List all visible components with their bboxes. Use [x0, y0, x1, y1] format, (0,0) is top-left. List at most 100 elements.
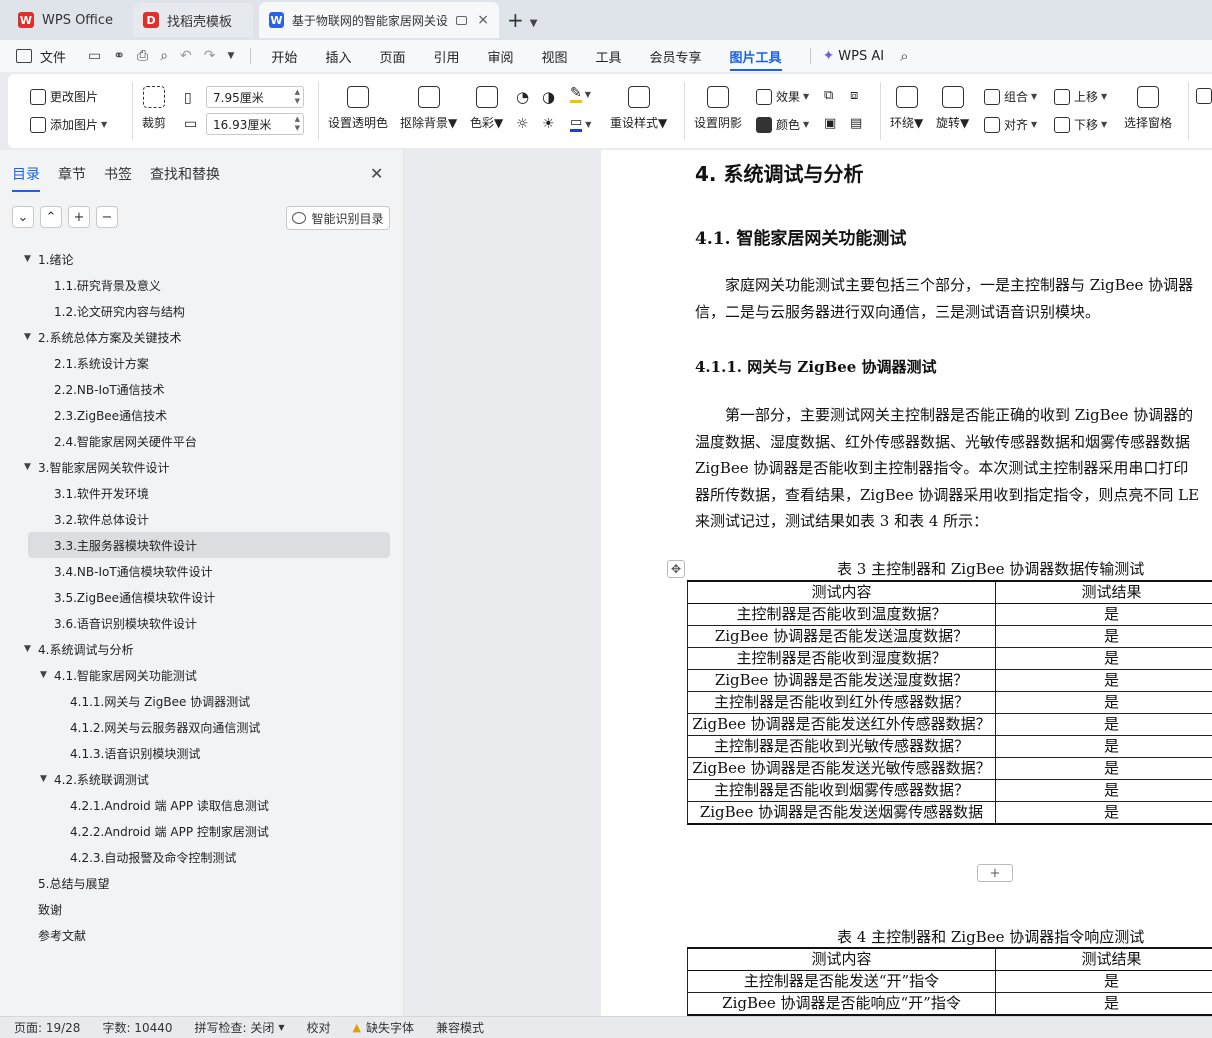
selection-pane-button[interactable]: 选择窗格 [1124, 86, 1172, 131]
brightness-icon[interactable]: ☼ [516, 116, 529, 132]
missing-font-button[interactable]: ▲ 缺失字体 [353, 1019, 414, 1036]
color-button[interactable]: 色彩▼ [470, 86, 503, 131]
table-3[interactable]: 测试内容 测试结果 主控制器是否能收到温度数据？是 ZigBee 协调器是否能发送… [687, 580, 1212, 825]
tab-docer-templates[interactable]: D 找稻壳模板 [133, 3, 254, 37]
image-width-input[interactable]: 7.95厘米 ▲ ▼ [206, 86, 304, 108]
menu-review[interactable]: 审阅 [487, 47, 513, 66]
expand-arrow-icon[interactable]: ▼ [40, 774, 47, 784]
table-4[interactable]: 测试内容 测试结果 主控制器是否能发送“开”指令是 ZigBee 协调器是否能响应… [687, 947, 1212, 1016]
toc-item[interactable]: 5.总结与展望 [0, 870, 404, 896]
expand-arrow-icon[interactable]: ▼ [24, 644, 31, 654]
tab-wps-office[interactable]: W WPS Office [8, 3, 123, 37]
change-image-button[interactable]: 更改图片 [30, 88, 98, 105]
link-icon[interactable]: ⚭ [113, 48, 125, 64]
spell-check-toggle[interactable]: 拼写检查: 关闭 ▼ [195, 1019, 285, 1036]
toc-item[interactable]: 致谢 [0, 896, 404, 922]
menu-tools[interactable]: 工具 [596, 47, 622, 66]
toc-item[interactable]: 3.6.语音识别模块软件设计 [0, 610, 404, 636]
shadow-left-icon[interactable]: ▣ [824, 116, 836, 131]
add-heading-icon[interactable]: + [68, 206, 90, 228]
toc-item[interactable]: ▼ 4.1.智能家居网关功能测试 [0, 662, 404, 688]
nav-tab-find-replace[interactable]: 查找和替换 [150, 164, 220, 192]
reset-style-button[interactable]: 重设样式▼ [610, 86, 667, 131]
menu-member[interactable]: 会员专享 [650, 47, 702, 66]
toc-item[interactable]: ▼ 4.系统调试与分析 [0, 636, 404, 662]
word-count[interactable]: 字数: 10440 [102, 1019, 172, 1036]
shadow-right-icon[interactable]: ▤ [850, 116, 862, 131]
group-button[interactable]: 组合 ▼ [984, 88, 1037, 105]
expand-arrow-icon[interactable]: ▼ [24, 462, 31, 472]
close-icon[interactable]: × [477, 12, 489, 28]
menu-page[interactable]: 页面 [379, 47, 405, 66]
width-spinner-icon[interactable]: ▲ ▼ [295, 88, 300, 106]
chevron-down-icon[interactable]: ▼ [530, 18, 538, 29]
document-area[interactable]: 4. 系统调试与分析 4.1. 智能家居网关功能测试 家庭网关功能测试主要包括三… [405, 150, 1212, 1016]
remove-background-button[interactable]: 抠除背景▼ [400, 86, 457, 131]
smart-toc-button[interactable]: 智能识别目录 [286, 206, 390, 230]
send-backward-button[interactable]: 下移 ▼ [1054, 116, 1107, 133]
remove-heading-icon[interactable]: − [96, 206, 118, 228]
height-spinner-icon[interactable]: ▲ ▼ [295, 115, 300, 133]
menu-file[interactable]: 文件 [40, 47, 66, 66]
toc-item[interactable]: 2.4.智能家居网关硬件平台 [0, 428, 404, 454]
outline-color-button[interactable]: ✎ ▼ [570, 86, 591, 103]
toc-item[interactable]: ▼ 4.2.系统联调测试 [0, 766, 404, 792]
rotate-button[interactable]: 旋转▼ [936, 86, 969, 131]
toc-item[interactable]: 3.1.软件开发环境 [0, 480, 404, 506]
toc-item[interactable]: 3.5.ZigBee通信模块软件设计 [0, 584, 404, 610]
proofread-button[interactable]: 校对 [307, 1019, 331, 1036]
wrap-text-button[interactable]: 环绕▼ [890, 86, 923, 131]
new-tab-icon[interactable]: + [507, 8, 524, 32]
toc-item[interactable]: 4.1.1.网关与 ZigBee 协调器测试 [0, 688, 404, 714]
toc-item[interactable]: 2.1.系统设计方案 [0, 350, 404, 376]
undo-icon[interactable]: ↶ [180, 48, 192, 64]
ribbon-more-icon[interactable] [1196, 88, 1212, 104]
fill-color-button[interactable]: 颜色 ▼ [756, 116, 809, 133]
expand-icon[interactable]: ⌃ [40, 206, 62, 228]
menu-references[interactable]: 引用 [433, 47, 459, 66]
effect-button[interactable]: 效果 ▼ [756, 88, 809, 105]
brightness-down-icon[interactable]: ☀ [542, 116, 555, 132]
expand-arrow-icon[interactable]: ▼ [24, 254, 31, 264]
nav-tab-sections[interactable]: 章节 [58, 164, 86, 192]
toc-item[interactable]: 3.2.软件总体设计 [0, 506, 404, 532]
nav-tab-bookmarks[interactable]: 书签 [104, 164, 132, 192]
set-shadow-button[interactable]: 设置阴影 [694, 86, 742, 131]
bring-forward-button[interactable]: 上移 ▼ [1054, 88, 1107, 105]
toc-item[interactable]: 3.4.NB-IoT通信模块软件设计 [0, 558, 404, 584]
print-icon[interactable]: ⎙ [137, 48, 148, 64]
add-row-icon[interactable]: + [977, 864, 1013, 882]
toc-item[interactable]: 4.2.2.Android 端 APP 控制家居测试 [0, 818, 404, 844]
page-counter[interactable]: 页面: 19/28 [14, 1019, 80, 1036]
menu-view[interactable]: 视图 [542, 47, 568, 66]
menu-icon[interactable] [16, 49, 32, 63]
brightness-up-icon[interactable]: ◔ [516, 88, 529, 106]
line-color-button[interactable]: ▭ ▼ [570, 116, 591, 132]
tab-document[interactable]: W 基于物联网的智能家居网关设计 × [259, 2, 500, 38]
quick-access-more-icon[interactable]: ▼ [228, 51, 235, 61]
wps-ai-button[interactable]: ✦ WPS AI [823, 48, 885, 64]
toc-item[interactable]: 4.1.2.网关与云服务器双向通信测试 [0, 714, 404, 740]
expand-arrow-icon[interactable]: ▼ [24, 332, 31, 342]
close-icon[interactable]: ✕ [370, 164, 383, 183]
toc-item[interactable]: ▼ 3.智能家居网关软件设计 [0, 454, 404, 480]
nav-tab-toc[interactable]: 目录 [12, 164, 40, 192]
align-button[interactable]: 对齐 ▼ [984, 116, 1037, 133]
toc-item[interactable]: 3.3.主服务器模块软件设计 [28, 532, 390, 558]
collapse-icon[interactable]: ⌄ [12, 206, 34, 228]
set-transparent-button[interactable]: 设置透明色 [328, 86, 388, 131]
menu-home[interactable]: 开始 [271, 47, 297, 66]
toc-item[interactable]: 1.1.研究背景及意义 [0, 272, 404, 298]
toc-item[interactable]: 4.1.3.语音识别模块测试 [0, 740, 404, 766]
shadow-up-icon[interactable]: ⧉ [824, 88, 833, 103]
contrast-icon[interactable]: ◑ [542, 88, 555, 106]
image-height-input[interactable]: 16.93厘米 ▲ ▼ [206, 113, 304, 135]
toc-item[interactable]: 2.2.NB-IoT通信技术 [0, 376, 404, 402]
toc-item[interactable]: ▼ 2.系统总体方案及关键技术 [0, 324, 404, 350]
document-page[interactable]: 4. 系统调试与分析 4.1. 智能家居网关功能测试 家庭网关功能测试主要包括三… [601, 150, 1212, 1016]
toc-item[interactable]: 参考文献 [0, 922, 404, 948]
monitor-icon[interactable] [456, 15, 468, 25]
save-icon[interactable]: ▭ [88, 48, 101, 64]
crop-button[interactable]: 裁剪 [142, 86, 166, 131]
toc-item[interactable]: 1.2.论文研究内容与结构 [0, 298, 404, 324]
